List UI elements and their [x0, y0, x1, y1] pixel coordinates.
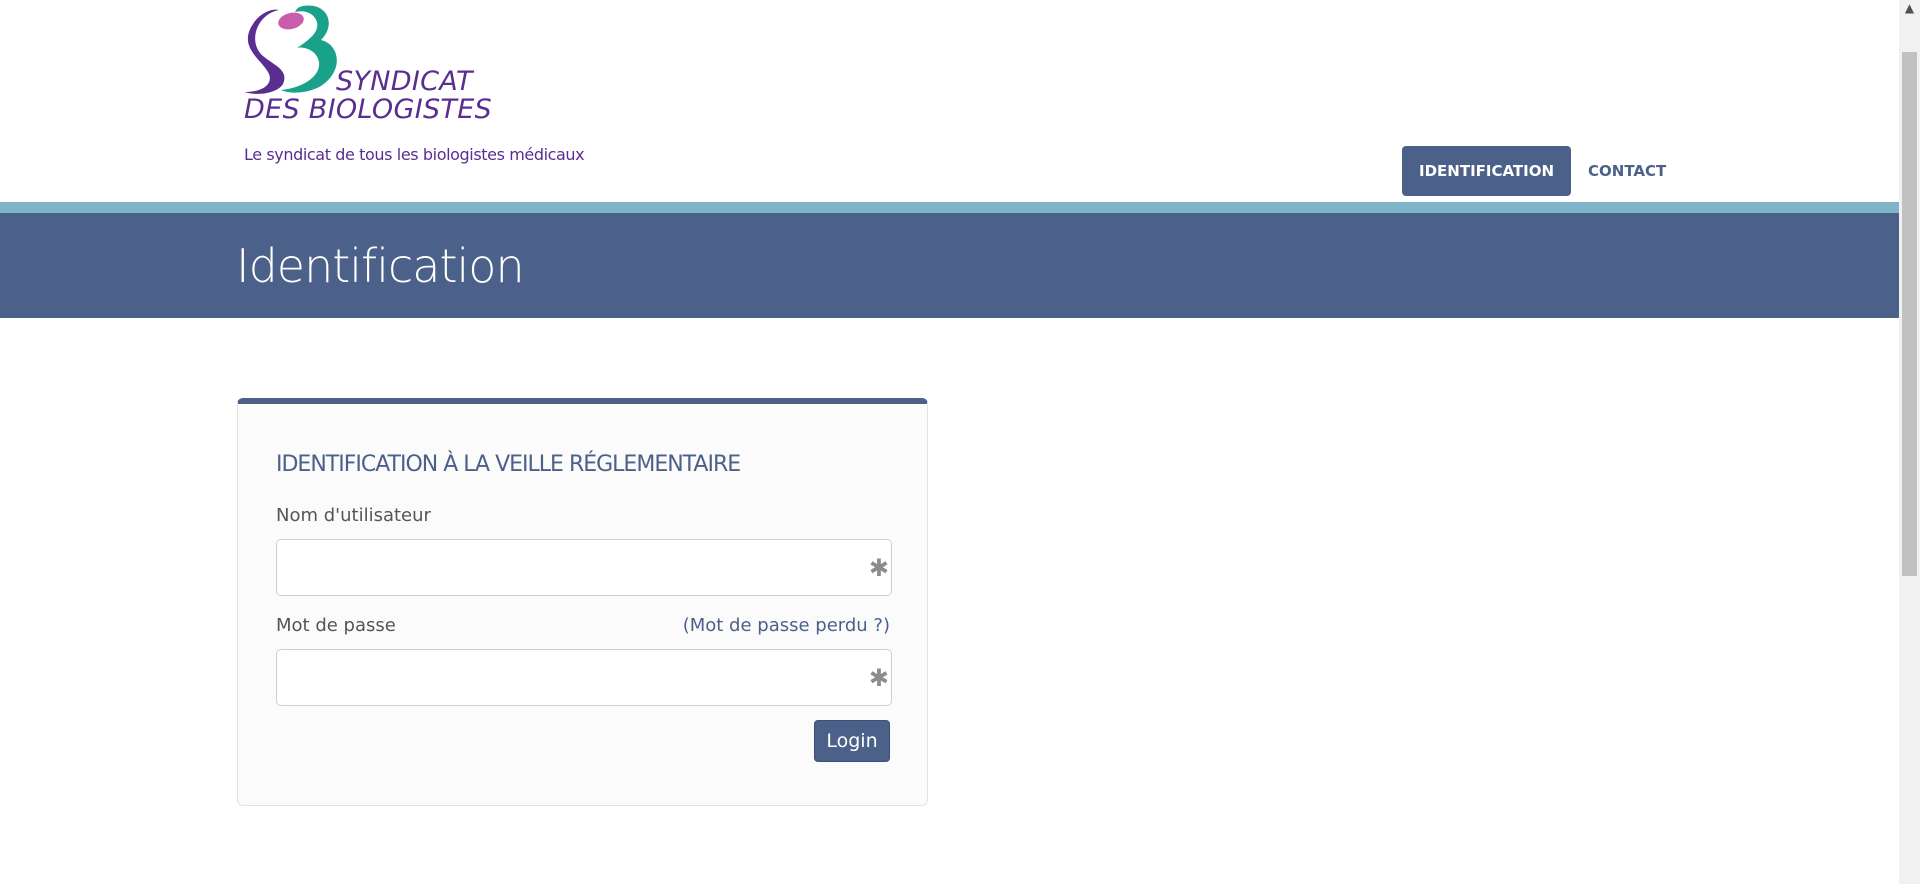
logo-tagline: Le syndicat de tous les biologistes médi…	[244, 145, 585, 164]
page-title: Identification	[236, 239, 525, 293]
vertical-scrollbar[interactable]: ▲	[1899, 0, 1920, 884]
asterisk-icon: ✱	[868, 664, 889, 692]
password-input[interactable]	[277, 650, 891, 705]
nav-contact[interactable]: CONTACT	[1571, 146, 1683, 196]
login-heading: IDENTIFICATION À LA VEILLE RÉGLEMENTAIRE	[276, 452, 741, 477]
password-label: Mot de passe	[276, 615, 396, 636]
nav-identification[interactable]: IDENTIFICATION	[1402, 146, 1572, 196]
password-field-wrapper: ✱	[276, 649, 892, 706]
syndicat-logo[interactable]: SYNDICAT DES BIOLOGISTES Le syndicat de …	[241, 4, 585, 169]
scroll-up-arrow-icon[interactable]: ▲	[1899, 0, 1920, 17]
main-nav: IDENTIFICATION CONTACT	[1402, 146, 1683, 196]
scrollbar-thumb[interactable]	[1902, 52, 1917, 576]
username-label: Nom d'utilisateur	[276, 505, 431, 526]
username-field-wrapper: ✱	[276, 539, 892, 596]
logo-name-line1: SYNDICAT	[336, 66, 473, 97]
asterisk-icon: ✱	[868, 554, 889, 582]
login-button[interactable]: Login	[814, 720, 890, 762]
login-card: IDENTIFICATION À LA VEILLE RÉGLEMENTAIRE…	[237, 398, 928, 806]
lost-password-link[interactable]: (Mot de passe perdu ?)	[683, 615, 890, 636]
logo-name-line2: DES BIOLOGISTES	[244, 94, 492, 125]
site-header: SYNDICAT DES BIOLOGISTES Le syndicat de …	[0, 0, 1899, 202]
header-accent-bar	[0, 202, 1899, 213]
username-input[interactable]	[277, 540, 891, 595]
